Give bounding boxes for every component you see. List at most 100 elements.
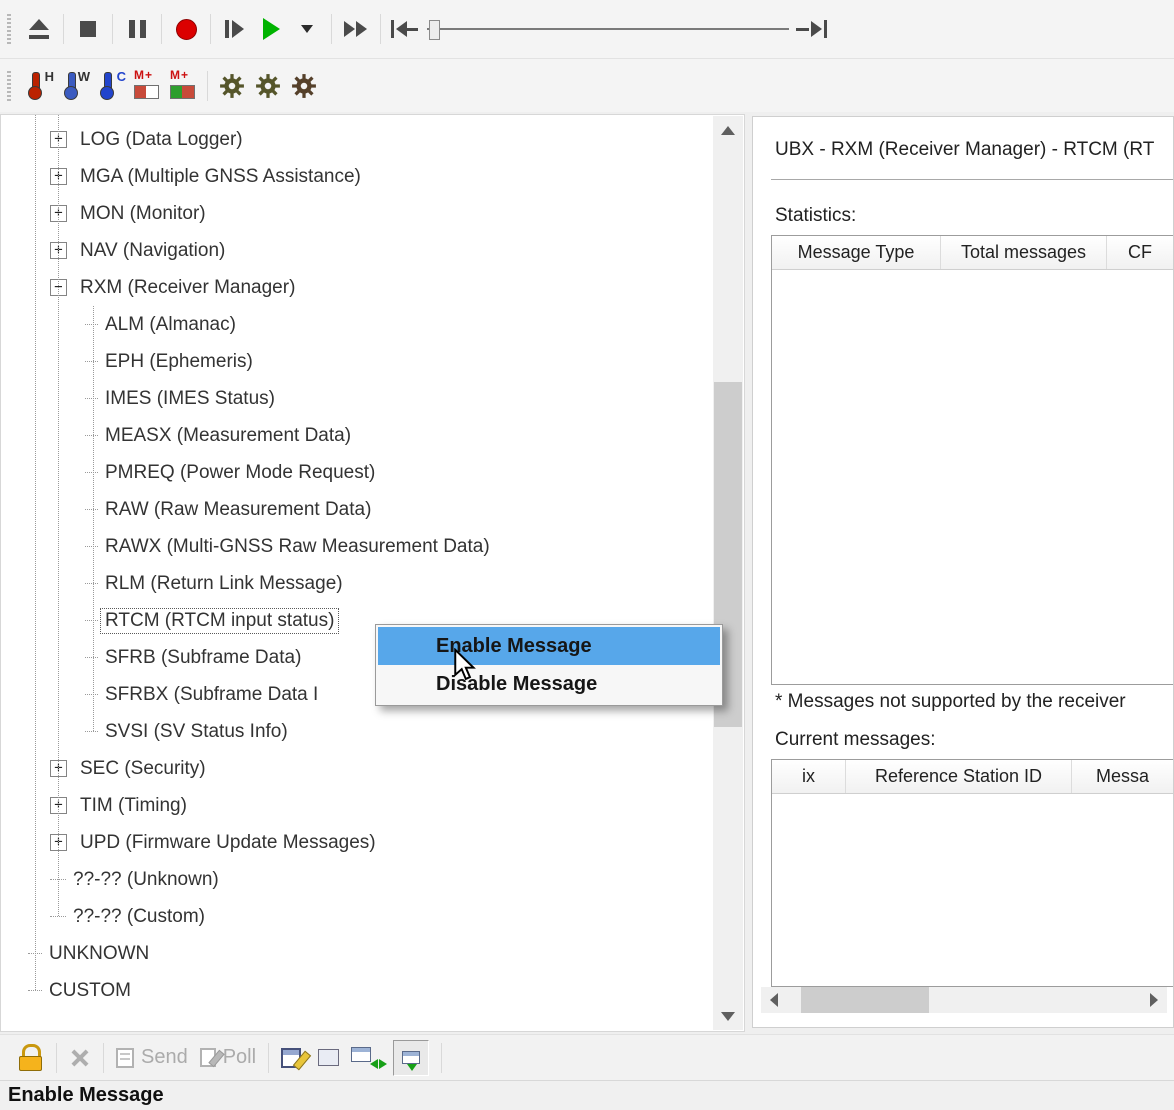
play-button[interactable] bbox=[253, 9, 289, 49]
gear-button-3[interactable] bbox=[286, 66, 322, 106]
tree-guide-line bbox=[58, 115, 59, 916]
tree-item-measx[interactable]: MEASX (Measurement Data) bbox=[1, 417, 713, 454]
hotstart-button[interactable]: H bbox=[21, 66, 57, 106]
gear-button-1[interactable] bbox=[214, 66, 250, 106]
tree-item-label: EPH (Ephemeris) bbox=[101, 350, 257, 374]
toolbar-grip[interactable] bbox=[7, 71, 11, 101]
tree-item-svsi[interactable]: SVSI (SV Status Info) bbox=[1, 713, 713, 750]
toolbar-grip[interactable] bbox=[7, 14, 11, 44]
scroll-right-button[interactable] bbox=[1141, 987, 1167, 1013]
toolbar-separator bbox=[103, 1043, 104, 1073]
hotstart-letter: H bbox=[45, 69, 54, 84]
tree-connector bbox=[85, 657, 98, 658]
tree-item-rawx[interactable]: RAWX (Multi-GNSS Raw Measurement Data) bbox=[1, 528, 713, 565]
tree-connector bbox=[50, 916, 66, 917]
warmstart-letter: W bbox=[78, 69, 90, 84]
tree-connector bbox=[85, 620, 98, 621]
eject-button[interactable] bbox=[21, 9, 57, 49]
coldstart-thermometer-icon: C bbox=[96, 71, 126, 101]
tree-item-upd[interactable]: +UPD (Firmware Update Messages) bbox=[1, 824, 713, 861]
tree-item-raw[interactable]: RAW (Raw Measurement Data) bbox=[1, 491, 713, 528]
pause-button[interactable] bbox=[119, 9, 155, 49]
tree-item-label: CUSTOM bbox=[45, 979, 135, 1003]
fast-forward-button[interactable] bbox=[338, 9, 374, 49]
column-header-message-type[interactable]: Message Type bbox=[772, 236, 941, 269]
column-header-ref-station[interactable]: Reference Station ID bbox=[846, 760, 1072, 793]
skip-to-end-icon bbox=[796, 20, 827, 38]
pause-icon bbox=[129, 20, 146, 38]
tree-item-rlm[interactable]: RLM (Return Link Message) bbox=[1, 565, 713, 602]
skip-to-start-button[interactable] bbox=[387, 9, 423, 49]
lock-icon bbox=[18, 1044, 44, 1071]
poll-button[interactable]: Poll bbox=[200, 1046, 256, 1069]
toolbar-separator bbox=[210, 14, 211, 44]
menu-item-enable-message[interactable]: Enable Message bbox=[378, 627, 720, 665]
stop-button[interactable] bbox=[70, 9, 106, 49]
tree-item-pmreq[interactable]: PMREQ (Power Mode Request) bbox=[1, 454, 713, 491]
tree-item-rxm[interactable]: −RXM (Receiver Manager) bbox=[1, 269, 713, 306]
tree-item-custom-msg[interactable]: ??-?? (Custom) bbox=[1, 898, 713, 935]
tree-item-mga[interactable]: +MGA (Multiple GNSS Assistance) bbox=[1, 158, 713, 195]
tree-item-sec[interactable]: +SEC (Security) bbox=[1, 750, 713, 787]
column-header-ix[interactable]: ix bbox=[772, 760, 846, 793]
tree-item-unknown[interactable]: UNKNOWN bbox=[1, 935, 713, 972]
send-label: Send bbox=[141, 1046, 188, 1069]
menu-item-disable-message[interactable]: Disable Message bbox=[378, 665, 720, 703]
scroll-up-button[interactable] bbox=[713, 116, 743, 144]
skip-to-end-button[interactable] bbox=[793, 9, 829, 49]
column-header-cf[interactable]: CF bbox=[1107, 236, 1174, 269]
warmstart-button[interactable]: W bbox=[57, 66, 93, 106]
scrollbar-track[interactable] bbox=[787, 987, 1141, 1013]
tree-item-unknown-msg[interactable]: ??-?? (Unknown) bbox=[1, 861, 713, 898]
tree-item-eph[interactable]: EPH (Ephemeris) bbox=[1, 343, 713, 380]
scroll-left-button[interactable] bbox=[761, 987, 787, 1013]
poll-icon bbox=[200, 1048, 216, 1067]
tree-item-label: IMES (IMES Status) bbox=[101, 387, 279, 411]
send-button[interactable]: Send bbox=[116, 1046, 188, 1069]
dock-view-toggle[interactable] bbox=[393, 1040, 429, 1076]
add-message-button-2[interactable]: M+ bbox=[165, 66, 201, 106]
step-forward-button[interactable] bbox=[217, 9, 253, 49]
tree-connector bbox=[28, 990, 42, 991]
tree-item-custom[interactable]: CUSTOM bbox=[1, 972, 713, 1009]
column-header-messa[interactable]: Messa bbox=[1072, 760, 1174, 793]
gear-icon bbox=[289, 71, 319, 101]
close-icon bbox=[69, 1047, 91, 1069]
tree-item-nav[interactable]: +NAV (Navigation) bbox=[1, 232, 713, 269]
duplicate-view-button[interactable] bbox=[313, 1049, 339, 1066]
scroll-down-button[interactable] bbox=[713, 1002, 743, 1030]
column-header-total-messages[interactable]: Total messages bbox=[941, 236, 1107, 269]
play-options-dropdown[interactable] bbox=[289, 9, 325, 49]
delete-button[interactable] bbox=[69, 1047, 91, 1069]
toolbar-separator bbox=[56, 1043, 57, 1073]
tree-item-log[interactable]: +LOG (Data Logger) bbox=[1, 121, 713, 158]
statistics-table: Message Type Total messages CF bbox=[771, 235, 1174, 685]
tree-connector bbox=[85, 509, 98, 510]
tree-connector bbox=[85, 472, 98, 473]
tree-item-imes[interactable]: IMES (IMES Status) bbox=[1, 380, 713, 417]
tree-connector bbox=[85, 583, 98, 584]
coldstart-button[interactable]: C bbox=[93, 66, 129, 106]
tree-item-mon[interactable]: +MON (Monitor) bbox=[1, 195, 713, 232]
tree-connector bbox=[85, 324, 98, 325]
coldstart-letter: C bbox=[117, 69, 126, 84]
playback-position-slider[interactable] bbox=[427, 19, 789, 39]
poll-label: Poll bbox=[223, 1046, 256, 1069]
window-icon bbox=[351, 1047, 371, 1062]
record-button[interactable] bbox=[168, 9, 204, 49]
message-tree-panel: +LOG (Data Logger) +MGA (Multiple GNSS A… bbox=[0, 114, 745, 1032]
step-forward-icon bbox=[225, 20, 245, 38]
gear-button-2[interactable] bbox=[250, 66, 286, 106]
statistics-label: Statistics: bbox=[775, 205, 856, 227]
add-message-button-1[interactable]: M+ bbox=[129, 66, 165, 106]
main-area: +LOG (Data Logger) +MGA (Multiple GNSS A… bbox=[0, 112, 1174, 1034]
toolbar-separator bbox=[161, 14, 162, 44]
message-actions-toolbar: Send Poll bbox=[0, 1034, 1174, 1080]
transfer-view-button[interactable] bbox=[351, 1047, 381, 1069]
scrollbar-thumb[interactable] bbox=[801, 987, 929, 1013]
lock-button[interactable] bbox=[18, 1044, 44, 1071]
tree-item-label: ALM (Almanac) bbox=[101, 313, 240, 337]
tree-item-tim[interactable]: +TIM (Timing) bbox=[1, 787, 713, 824]
tree-item-alm[interactable]: ALM (Almanac) bbox=[1, 306, 713, 343]
customize-view-button[interactable] bbox=[281, 1048, 301, 1068]
